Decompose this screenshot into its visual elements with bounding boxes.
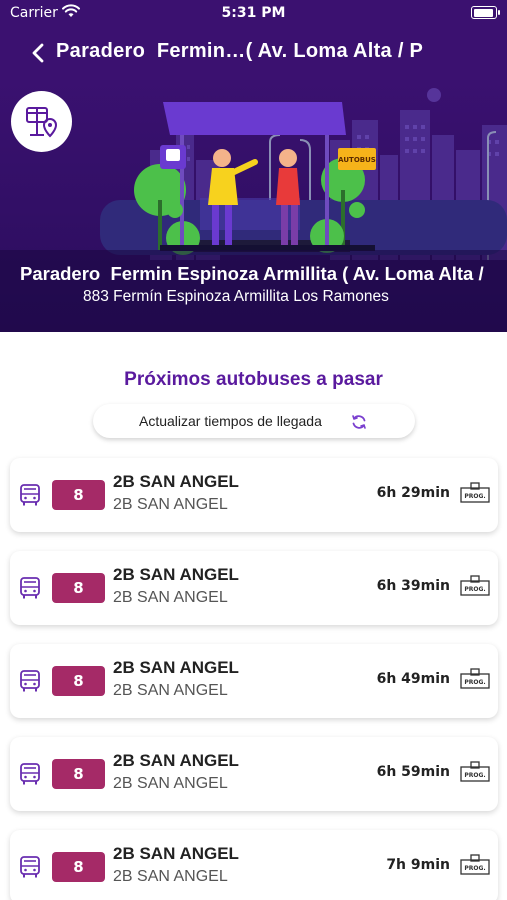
page-title: Paradero Fermin…( Av. Loma Alta / P [56, 40, 424, 62]
prog-label: PROG. [464, 865, 485, 872]
route-number-badge: 8 [52, 852, 105, 882]
status-bar: Carrier 5:31 PM [0, 0, 507, 28]
scheduled-prog-icon: PROG. [460, 668, 490, 689]
refresh-arrival-times-button[interactable]: Actualizar tiempos de llegada [93, 404, 415, 438]
arrival-card[interactable]: 8 2B SAN ANGEL 2B SAN ANGEL 6h 59min PRO… [10, 737, 498, 811]
prog-label: PROG. [464, 772, 485, 779]
scheduled-prog-icon: PROG. [460, 854, 490, 875]
route-number-badge: 8 [52, 666, 105, 696]
stop-hero-banner: AUTOBUS Paradero Fermin Espinoza Armilli… [0, 80, 507, 332]
route-name: 2B SAN ANGEL [113, 472, 239, 491]
prog-label: PROG. [464, 679, 485, 686]
app-screen: Carrier 5:31 PM Paradero Fermin…( Av. Lo… [0, 0, 507, 900]
bus-stop-location-icon [11, 91, 72, 152]
route-name: 2B SAN ANGEL [113, 565, 239, 584]
scheduled-prog-icon: PROG. [460, 761, 490, 782]
battery-icon [471, 6, 500, 19]
arrival-card[interactable]: 8 2B SAN ANGEL 2B SAN ANGEL 6h 29min PRO… [10, 458, 498, 532]
arrival-eta: 6h 39min [376, 578, 450, 594]
arrival-eta: 7h 9min [386, 857, 450, 873]
arrival-eta: 6h 59min [376, 764, 450, 780]
stop-address: 883 Fermín Espinoza Armillita Los Ramone… [83, 288, 389, 305]
route-name: 2B SAN ANGEL [113, 658, 239, 677]
route-destination: 2B SAN ANGEL [113, 682, 228, 699]
scheduled-prog-icon: PROG. [460, 575, 490, 596]
prog-label: PROG. [464, 586, 485, 593]
arrival-eta: 6h 29min [376, 485, 450, 501]
arrival-card[interactable]: 8 2B SAN ANGEL 2B SAN ANGEL 6h 39min PRO… [10, 551, 498, 625]
bus-icon [20, 763, 40, 785]
route-destination: 2B SAN ANGEL [113, 868, 228, 885]
route-destination: 2B SAN ANGEL [113, 496, 228, 513]
chevron-left-icon[interactable] [28, 41, 50, 65]
autobus-sign-text: AUTOBUS [338, 156, 376, 164]
scheduled-prog-icon: PROG. [460, 482, 490, 503]
section-title: Próximos autobuses a pasar [124, 369, 383, 390]
refresh-icon [352, 415, 366, 429]
route-name: 2B SAN ANGEL [113, 751, 239, 770]
navigation-bar: Paradero Fermin…( Av. Loma Alta / P [0, 28, 507, 80]
route-destination: 2B SAN ANGEL [113, 589, 228, 606]
route-destination: 2B SAN ANGEL [113, 775, 228, 792]
arrival-eta: 6h 49min [376, 671, 450, 687]
bus-icon [20, 484, 40, 506]
bus-icon [20, 856, 40, 878]
route-number-badge: 8 [52, 759, 105, 789]
prog-label: PROG. [464, 493, 485, 500]
refresh-button-label: Actualizar tiempos de llegada [139, 413, 322, 429]
clock: 5:31 PM [221, 5, 286, 21]
arrival-card[interactable]: 8 2B SAN ANGEL 2B SAN ANGEL 7h 9min PROG… [10, 830, 498, 900]
arrival-card[interactable]: 8 2B SAN ANGEL 2B SAN ANGEL 6h 49min PRO… [10, 644, 498, 718]
route-name: 2B SAN ANGEL [113, 844, 239, 863]
bus-icon [20, 577, 40, 599]
stop-name: Paradero Fermin Espinoza Armillita ( Av.… [20, 263, 486, 284]
route-number-badge: 8 [52, 573, 105, 603]
route-number-badge: 8 [52, 480, 105, 510]
bus-icon [20, 670, 40, 692]
